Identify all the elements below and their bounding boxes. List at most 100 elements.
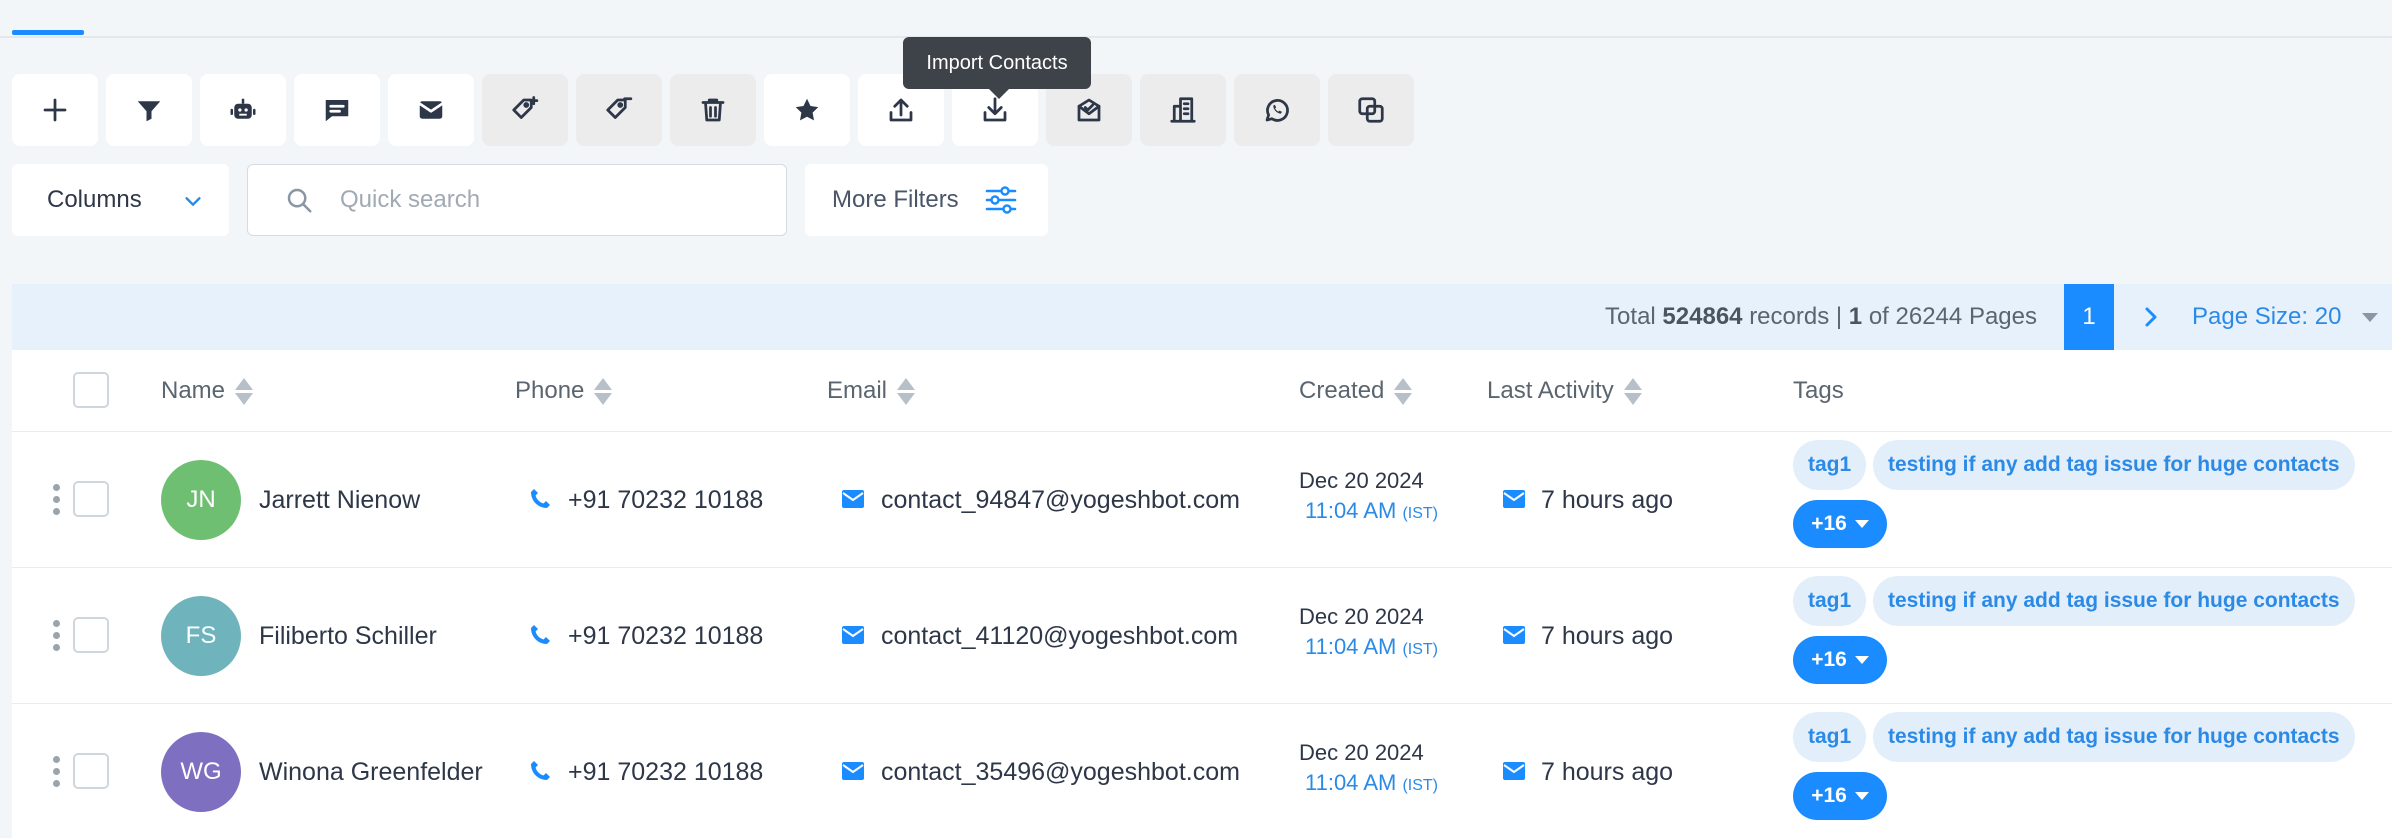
- sort-icon[interactable]: [1623, 376, 1642, 406]
- tag-chip[interactable]: tag1: [1793, 712, 1867, 762]
- star-icon: [795, 98, 819, 121]
- column-header-phone[interactable]: Phone: [515, 350, 613, 432]
- table-row[interactable]: JN Jarrett Nienow +91 70232 10188 contac…: [12, 432, 2392, 568]
- row-checkbox[interactable]: [73, 617, 109, 653]
- quick-search-box[interactable]: [247, 164, 787, 236]
- sort-icon[interactable]: [897, 376, 916, 406]
- column-header-name[interactable]: Name: [161, 350, 254, 432]
- bot-button[interactable]: [200, 74, 286, 146]
- envelope-icon: [842, 490, 864, 508]
- avatar: WG: [161, 732, 241, 812]
- drag-handle-icon[interactable]: [53, 620, 61, 654]
- plus-icon: [43, 98, 67, 122]
- created-date: Dec 20 2024: [1299, 604, 1424, 629]
- columns-label: Columns: [47, 186, 142, 213]
- trash-icon: [701, 98, 725, 122]
- tag-chip[interactable]: tag1: [1793, 440, 1867, 490]
- contact-name[interactable]: Jarrett Nienow: [259, 432, 420, 568]
- contact-name[interactable]: Winona Greenfelder: [259, 704, 483, 838]
- company-button[interactable]: [1140, 74, 1226, 146]
- contact-name[interactable]: Filiberto Schiller: [259, 568, 437, 704]
- row-checkbox[interactable]: [73, 481, 109, 517]
- envelope-icon: [1503, 490, 1525, 508]
- last-activity: 7 hours ago: [1541, 622, 1674, 650]
- search-icon: [287, 188, 312, 213]
- add-tag-button[interactable]: [482, 74, 568, 146]
- tag-chip[interactable]: tag1: [1793, 576, 1867, 626]
- quick-search-input[interactable]: [340, 186, 760, 214]
- select-all-checkbox[interactable]: [73, 372, 109, 408]
- table-row[interactable]: FS Filiberto Schiller +91 70232 10188 co…: [12, 568, 2392, 704]
- contact-phone[interactable]: +91 70232 10188: [568, 568, 763, 704]
- robot-icon: [230, 98, 256, 119]
- contact-email[interactable]: contact_35496@yogeshbot.com: [881, 704, 1240, 838]
- star-button[interactable]: [764, 74, 850, 146]
- whatsapp-button[interactable]: [1234, 74, 1320, 146]
- table-header: Name Phone Email Created Last Activity T…: [12, 350, 2392, 432]
- columns-dropdown[interactable]: Columns: [12, 164, 229, 236]
- delete-button[interactable]: [670, 74, 756, 146]
- more-filters-button[interactable]: More Filters: [805, 164, 1048, 236]
- current-page-text: 1: [1848, 303, 1863, 330]
- tag-chip[interactable]: testing if any add tag issue for huge co…: [1873, 576, 2355, 626]
- import-contacts-tooltip: Import Contacts: [903, 37, 1091, 99]
- caret-down-icon: [1854, 792, 1869, 800]
- created-date: Dec 20 2024: [1299, 468, 1424, 493]
- tab-bar-divider: [0, 36, 2392, 38]
- drag-handle-icon[interactable]: [53, 484, 61, 518]
- email-button[interactable]: [388, 74, 474, 146]
- sort-icon[interactable]: [594, 376, 613, 406]
- duplicate-button[interactable]: [1328, 74, 1414, 146]
- created-time: 11:04 AM (IST): [1305, 634, 1438, 659]
- chevron-down-icon: [185, 197, 201, 206]
- contact-email[interactable]: contact_94847@yogeshbot.com: [881, 432, 1240, 568]
- column-header-email[interactable]: Email: [827, 350, 916, 432]
- upload-icon: [889, 98, 913, 122]
- phone-icon: [531, 625, 550, 644]
- more-tags-button[interactable]: +16: [1793, 636, 1887, 684]
- download-icon: [983, 97, 1007, 122]
- tag-chip[interactable]: testing if any add tag issue for huge co…: [1873, 440, 2355, 490]
- add-contact-button[interactable]: [12, 74, 98, 146]
- avatar: FS: [161, 596, 241, 676]
- more-tags-button[interactable]: +16: [1793, 500, 1887, 548]
- created-time: 11:04 AM (IST): [1305, 770, 1438, 795]
- filter-icon: [137, 101, 161, 122]
- contact-email[interactable]: contact_41120@yogeshbot.com: [881, 568, 1238, 704]
- active-tab-indicator: [12, 30, 84, 35]
- phone-icon: [531, 761, 550, 780]
- message-button[interactable]: [294, 74, 380, 146]
- page-1-button[interactable]: 1: [2064, 284, 2114, 350]
- last-activity: 7 hours ago: [1541, 486, 1674, 514]
- sort-icon[interactable]: [235, 376, 254, 406]
- filter-button[interactable]: [106, 74, 192, 146]
- contact-phone[interactable]: +91 70232 10188: [568, 432, 763, 568]
- envelope-icon: [418, 101, 444, 119]
- whatsapp-icon: [1265, 99, 1289, 122]
- remove-tag-button[interactable]: [576, 74, 662, 146]
- caret-down-icon: [1854, 656, 1869, 664]
- created-time: 11:04 AM (IST): [1305, 498, 1438, 523]
- envelope-icon: [1503, 626, 1525, 644]
- more-filters-label: More Filters: [832, 186, 959, 213]
- envelope-icon: [1503, 762, 1525, 780]
- sort-icon[interactable]: [1394, 376, 1413, 406]
- column-header-tags: Tags: [1793, 377, 1844, 404]
- contact-phone[interactable]: +91 70232 10188: [568, 704, 763, 838]
- phone-icon: [531, 489, 550, 508]
- caret-down-icon[interactable]: [2362, 313, 2378, 322]
- envelope-icon: [842, 762, 864, 780]
- bulk-actions-toolbar: [12, 74, 1414, 146]
- drag-handle-icon[interactable]: [53, 756, 61, 790]
- chevron-right-icon[interactable]: [2139, 303, 2163, 331]
- column-header-last-activity[interactable]: Last Activity: [1487, 350, 1642, 432]
- more-tags-button[interactable]: +16: [1793, 772, 1887, 820]
- pagination-bar: Total 524864 records | 1 of 26244 Pages …: [12, 284, 2392, 350]
- column-header-created[interactable]: Created: [1299, 350, 1413, 432]
- building-icon: [1170, 97, 1196, 123]
- page-size-select[interactable]: Page Size: 20: [2192, 284, 2341, 350]
- table-row[interactable]: WG Winona Greenfelder +91 70232 10188 co…: [12, 704, 2392, 838]
- row-checkbox[interactable]: [73, 753, 109, 789]
- tag-chip[interactable]: testing if any add tag issue for huge co…: [1873, 712, 2355, 762]
- caret-down-icon: [1854, 520, 1869, 528]
